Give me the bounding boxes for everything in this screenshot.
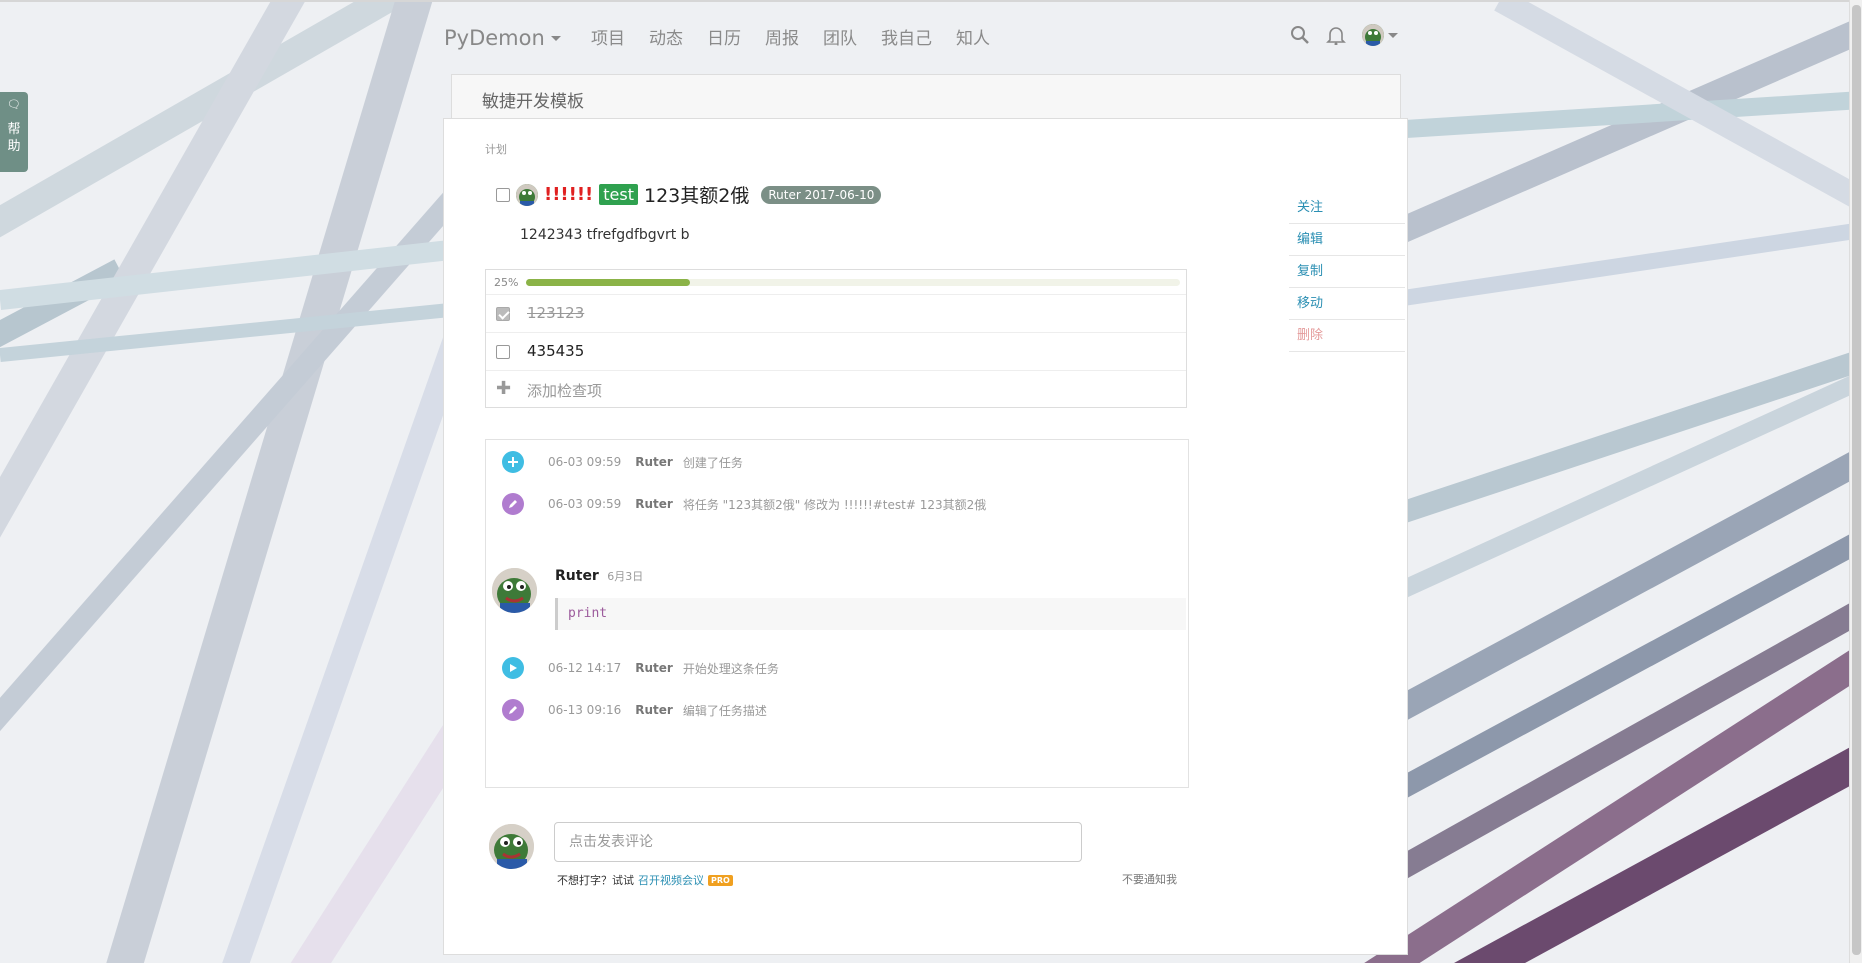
- copy-button[interactable]: 复制: [1289, 256, 1405, 288]
- pro-badge: PRO: [708, 874, 733, 886]
- nav-item-weekly-report[interactable]: 周报: [765, 24, 799, 49]
- search-icon[interactable]: [1290, 25, 1310, 45]
- nav-item-calendar[interactable]: 日历: [707, 24, 741, 49]
- activity-user[interactable]: Ruter: [635, 661, 673, 675]
- top-border: [0, 0, 1862, 2]
- commenter-avatar[interactable]: [492, 568, 537, 613]
- help-label-2: 助: [7, 139, 21, 154]
- activity-feed: 06-03 09:59 Ruter 创建了任务 06-03 09:59 Rute…: [485, 439, 1189, 788]
- top-icons: [1290, 24, 1398, 46]
- add-checklist-label: 添加检查项: [527, 382, 603, 400]
- checklist-item-checkbox[interactable]: [496, 345, 510, 359]
- task-description[interactable]: 1242343 tfrefgdfbgvrt b: [520, 227, 690, 243]
- project-name[interactable]: 敏捷开发模板: [482, 87, 584, 112]
- nav-item-activity[interactable]: 动态: [649, 24, 683, 49]
- checklist-item-checkbox[interactable]: [496, 307, 510, 321]
- breadcrumb[interactable]: 计划: [485, 141, 507, 157]
- current-user-avatar: [489, 824, 534, 869]
- scrollbar-thumb[interactable]: [1852, 5, 1861, 955]
- comment-code-block: print: [555, 598, 1186, 630]
- activity-item: 06-03 09:59 Ruter 创建了任务: [502, 450, 743, 474]
- chevron-down-icon: [1388, 32, 1398, 38]
- project-header: 敏捷开发模板: [451, 74, 1401, 120]
- help-tab[interactable]: 🗨 帮 助: [0, 92, 28, 172]
- task-tag[interactable]: test: [599, 184, 638, 205]
- checklist-item-text[interactable]: 123123: [527, 304, 584, 322]
- comment-meta: Ruter 6月3日: [555, 568, 643, 584]
- activity-text: 编辑了任务描述: [682, 703, 767, 718]
- task-complete-checkbox[interactable]: [496, 187, 510, 202]
- activity-text: 创建了任务: [682, 455, 743, 470]
- activity-item: 06-13 09:16 Ruter 编辑了任务描述: [502, 698, 767, 722]
- brand-dropdown[interactable]: PyDemon: [444, 26, 561, 50]
- pencil-icon: [502, 699, 524, 721]
- checklist-item-text[interactable]: 435435: [527, 342, 584, 360]
- no-notify-toggle[interactable]: 不要通知我: [1122, 871, 1177, 887]
- due-date-badge[interactable]: Ruter 2017-06-10: [761, 185, 882, 204]
- activity-user[interactable]: Ruter: [635, 703, 673, 717]
- activity-item: 06-03 09:59 Ruter 将任务 "123其额2俄" 修改为 !!!!…: [502, 492, 986, 516]
- avatar: [1362, 24, 1384, 46]
- user-menu[interactable]: [1362, 24, 1398, 46]
- pencil-icon: [502, 493, 524, 515]
- chevron-down-icon: [550, 35, 561, 41]
- plus-icon: [502, 451, 524, 473]
- checklist: 25% 123123 435435 ✚ 添加检查项: [485, 269, 1187, 408]
- nav-item-team[interactable]: 团队: [823, 24, 857, 49]
- task-panel: 计划 !!!!!! test 123其额2俄 Ruter 2017-06-10 …: [443, 118, 1408, 955]
- activity-user[interactable]: Ruter: [635, 497, 673, 511]
- composer-hint: 不想打字？试试: [557, 874, 634, 887]
- activity-text: 将任务 "123其额2俄" 修改为 !!!!!!#test# 123其额2俄: [682, 497, 987, 512]
- activity-text: 开始处理这条任务: [682, 661, 779, 676]
- activity-user[interactable]: Ruter: [635, 455, 673, 469]
- plus-icon: ✚: [496, 378, 512, 399]
- progress-label: 25%: [494, 276, 519, 289]
- comment-author[interactable]: Ruter: [555, 568, 599, 584]
- priority-marker: !!!!!!: [544, 184, 594, 205]
- activity-item: 06-12 14:17 Ruter 开始处理这条任务: [502, 656, 779, 680]
- nav-item-zhiren[interactable]: 知人: [956, 24, 990, 49]
- play-icon: [502, 657, 524, 679]
- brand-label: PyDemon: [444, 26, 545, 50]
- main-nav: 项目 动态 日历 周报 团队 我自己 知人: [591, 24, 1014, 49]
- add-checklist-item[interactable]: ✚ 添加检查项: [486, 370, 1186, 408]
- checklist-item[interactable]: 123123: [486, 294, 1186, 332]
- bell-icon[interactable]: [1326, 25, 1346, 45]
- composer-footer: 不想打字？试试 召开视频会议 PRO: [557, 872, 733, 888]
- follow-button[interactable]: 关注: [1289, 192, 1405, 224]
- assignee-avatar[interactable]: [516, 183, 538, 206]
- video-meeting-link[interactable]: 召开视频会议: [638, 872, 704, 888]
- comment-input[interactable]: [554, 822, 1082, 862]
- task-title[interactable]: 123其额2俄: [644, 181, 749, 208]
- comment-date: 6月3日: [607, 570, 644, 583]
- checklist-item[interactable]: 435435: [486, 332, 1186, 370]
- checklist-progress: 25%: [486, 270, 1186, 294]
- activity-time: 06-03 09:59: [548, 497, 622, 511]
- comment-code: print: [568, 606, 608, 621]
- chat-icon: 🗨: [7, 98, 21, 111]
- task-title-row: !!!!!! test 123其额2俄 Ruter 2017-06-10: [496, 181, 882, 208]
- activity-time: 06-12 14:17: [548, 661, 622, 675]
- task-actions: 关注 编辑 复制 移动 删除: [1289, 192, 1405, 352]
- delete-button[interactable]: 删除: [1289, 320, 1405, 352]
- nav-item-projects[interactable]: 项目: [591, 24, 625, 49]
- nav-item-myself[interactable]: 我自己: [881, 24, 932, 49]
- edit-button[interactable]: 编辑: [1289, 224, 1405, 256]
- progress-bar-fill: [526, 279, 690, 286]
- activity-time: 06-13 09:16: [548, 703, 622, 717]
- progress-bar: [526, 279, 1180, 286]
- page-scrollbar[interactable]: [1849, 0, 1862, 963]
- activity-time: 06-03 09:59: [548, 455, 622, 469]
- help-label-1: 帮: [7, 122, 21, 137]
- move-button[interactable]: 移动: [1289, 288, 1405, 320]
